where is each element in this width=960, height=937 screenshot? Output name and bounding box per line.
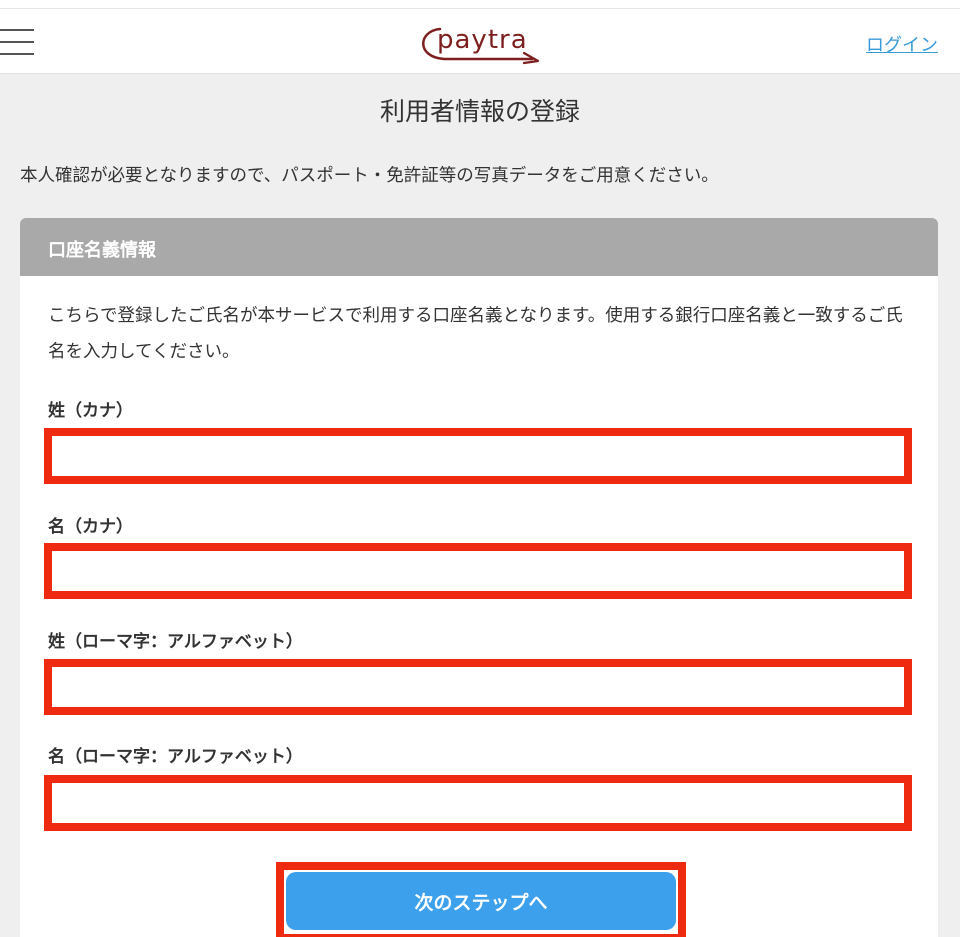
first-name-kana-label: 名（カナ） [48, 517, 133, 537]
site-header: paytra ログイン [0, 8, 960, 74]
first-name-kana-input[interactable] [44, 543, 912, 599]
next-step-button[interactable]: 次のステップへ [286, 872, 676, 930]
paytra-logo[interactable]: paytra [414, 23, 544, 65]
account-holder-card: 口座名義情報 こちらで登録したご氏名が本サービスで利用する口座名義となります。使… [20, 218, 938, 937]
page-title: 利用者情報の登録 [379, 97, 580, 126]
menu-line [0, 53, 34, 55]
id-verification-notice: 本人確認が必要となりますので、パスポート・免許証等の写真データをご用意ください。 [20, 166, 719, 186]
hamburger-menu-icon[interactable] [0, 29, 34, 57]
first-name-romaji-input[interactable] [44, 775, 912, 831]
logo-text: paytra [437, 25, 528, 55]
last-name-romaji-input[interactable] [44, 659, 912, 715]
last-name-romaji-label: 姓（ローマ字：アルファベット） [48, 632, 303, 652]
top-strip [0, 0, 960, 8]
last-name-kana-label: 姓（カナ） [48, 401, 133, 421]
menu-line [0, 41, 34, 43]
menu-line [0, 29, 34, 31]
last-name-kana-input[interactable] [44, 428, 912, 484]
card-description: こちらで登録したご氏名が本サービスで利用する口座名義となります。使用する銀行口座… [48, 306, 903, 362]
first-name-romaji-label: 名（ローマ字：アルファベット） [48, 747, 303, 767]
login-link[interactable]: ログイン [866, 31, 938, 57]
card-header-title: 口座名義情報 [20, 218, 938, 276]
